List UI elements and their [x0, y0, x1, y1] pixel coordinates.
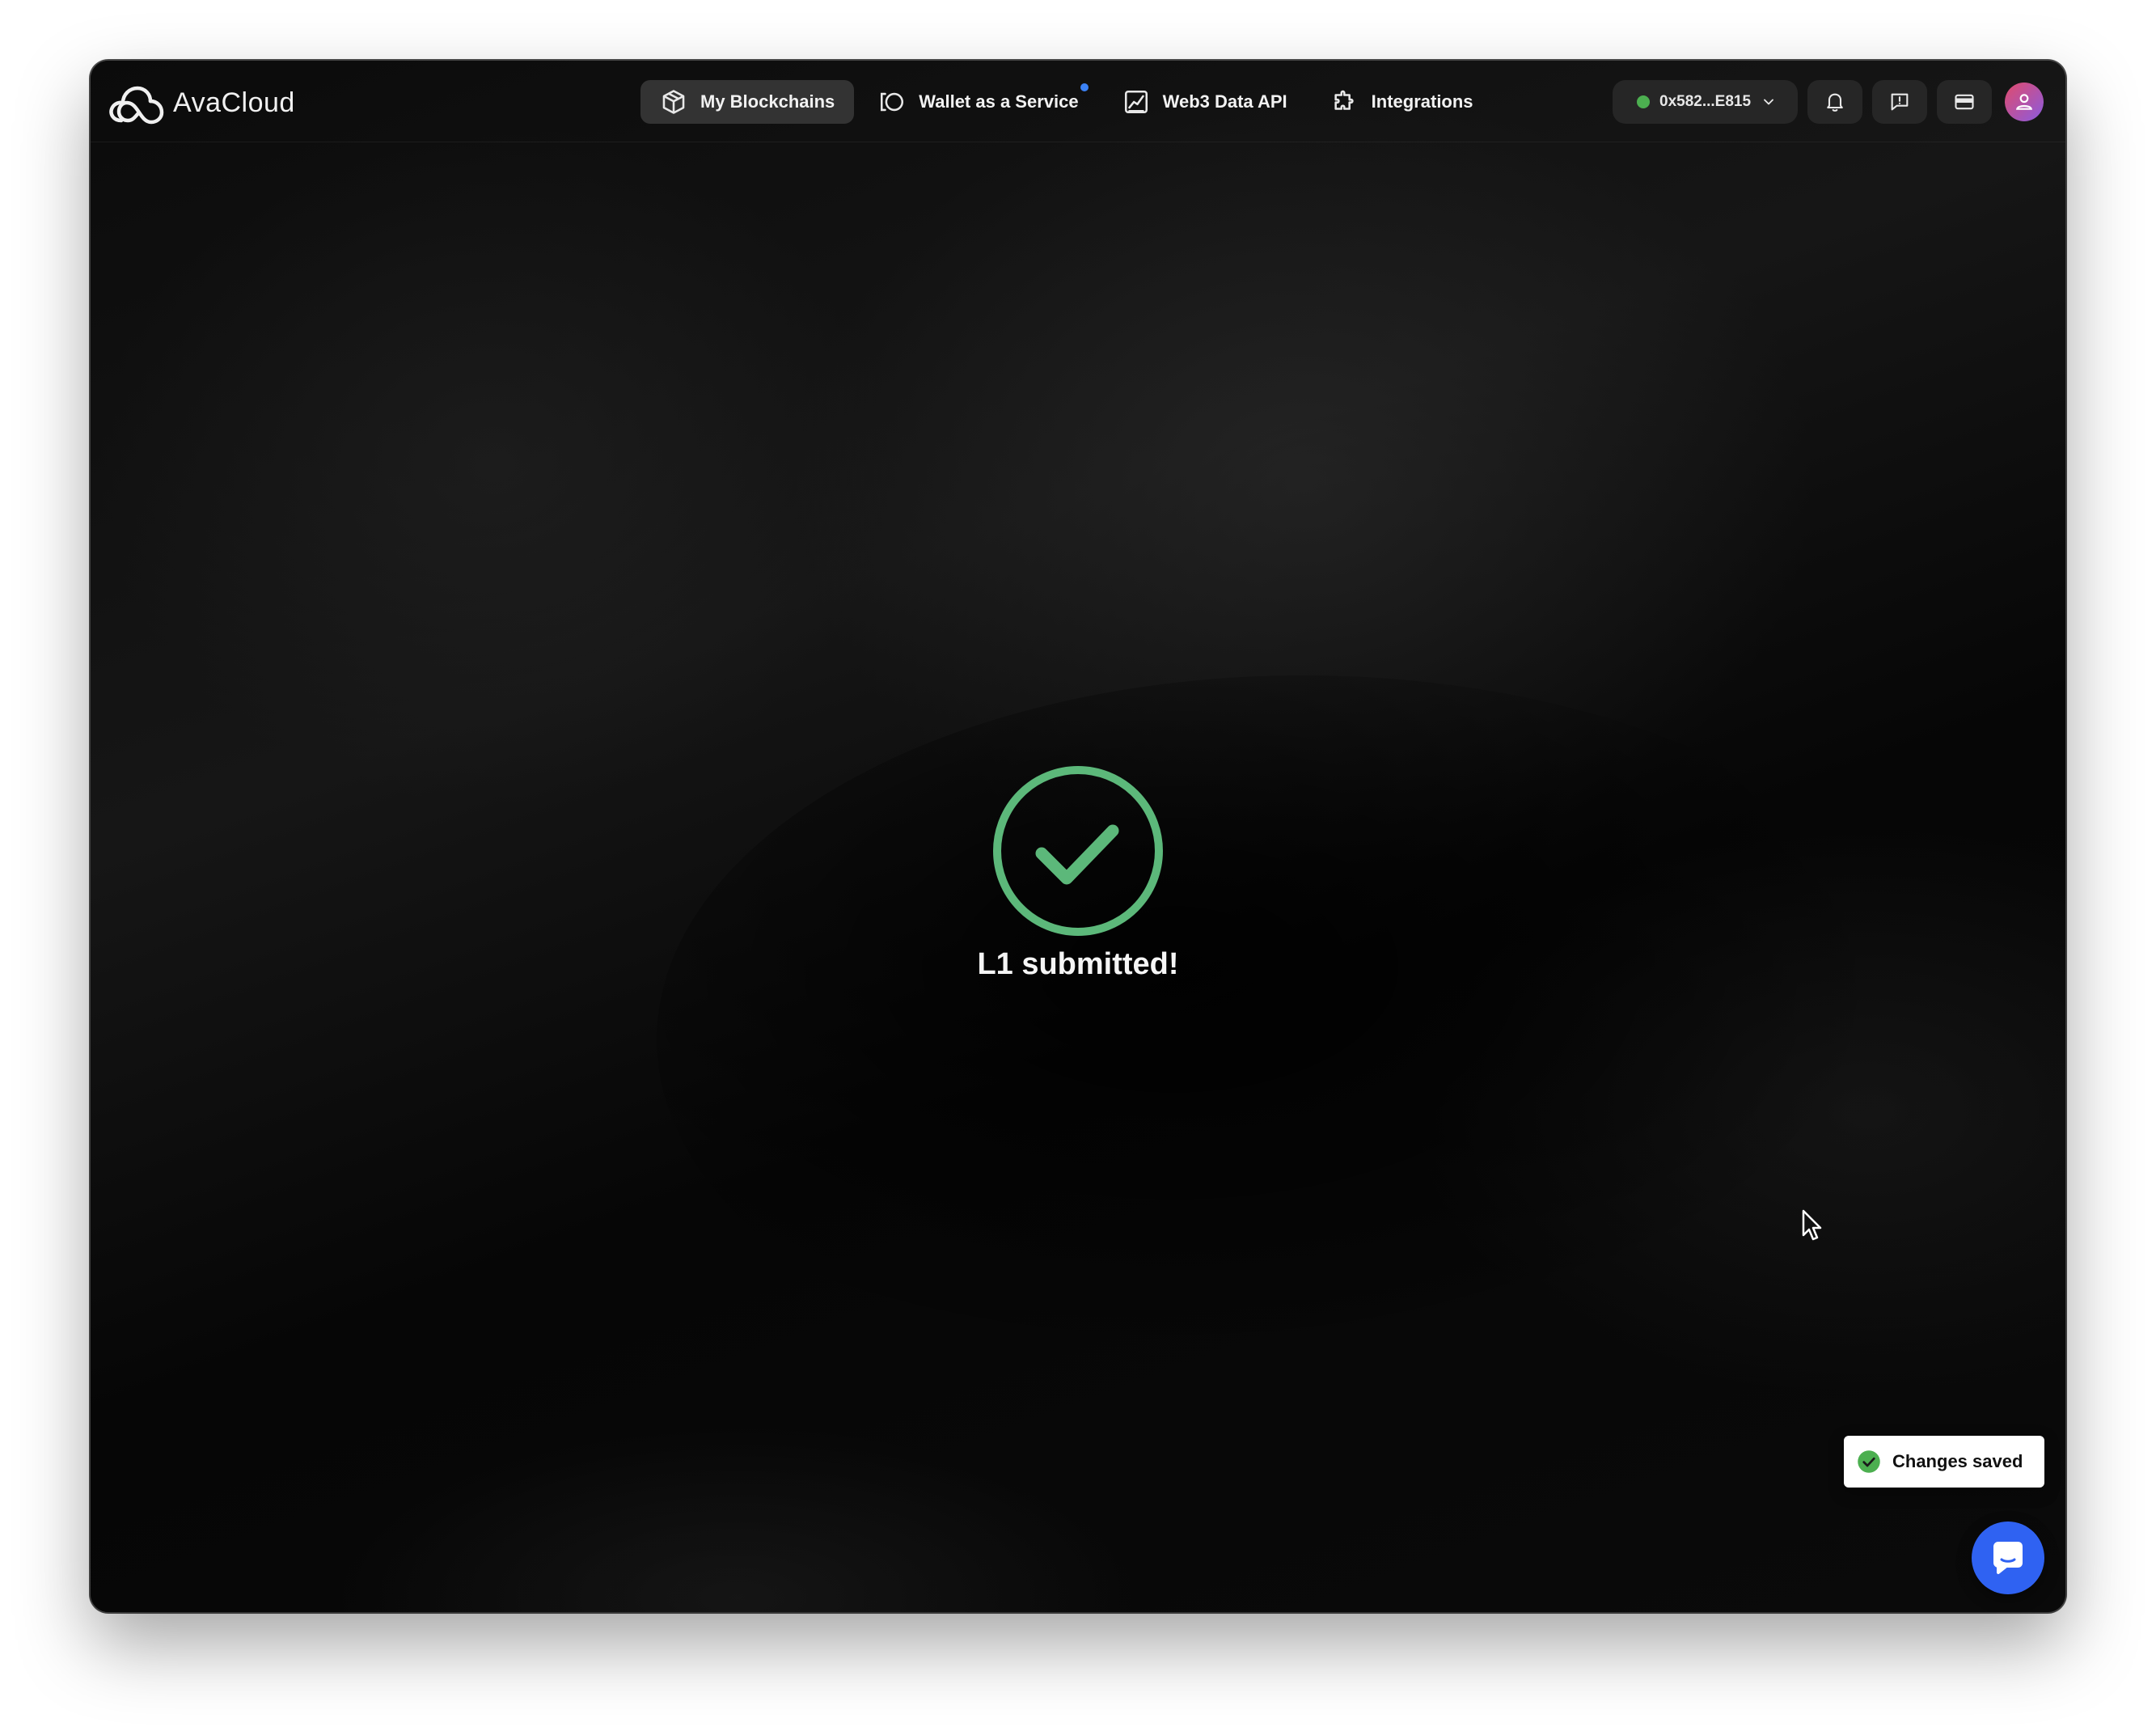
logo-text: AvaCloud — [173, 87, 295, 118]
notification-badge — [1080, 83, 1089, 91]
billing-button[interactable] — [1937, 80, 1993, 124]
app-window: AvaCloud My Blockchains Wallet as a Serv… — [91, 61, 2065, 1612]
notifications-button[interactable] — [1807, 80, 1863, 124]
nav-web3-data-api[interactable]: Web3 Data API — [1103, 80, 1307, 124]
feedback-button[interactable] — [1872, 80, 1928, 124]
wallet-address-dropdown[interactable]: 0x582...E815 — [1613, 80, 1799, 124]
cloud-logo-icon — [109, 86, 164, 125]
success-state: L1 submitted! — [91, 764, 2065, 982]
puzzle-icon — [1334, 90, 1354, 110]
logo[interactable]: AvaCloud — [107, 80, 295, 125]
nav-label: Wallet as a Service — [919, 91, 1079, 112]
user-icon — [2016, 94, 2033, 110]
user-avatar[interactable] — [2005, 83, 2044, 121]
nav-wallet-as-a-service[interactable]: Wallet as a Service — [859, 80, 1097, 124]
bell-icon — [1827, 93, 1843, 112]
chat-support-button[interactable] — [1972, 1522, 2044, 1594]
chat-bubble-icon — [1993, 1542, 2023, 1574]
wallet-icon — [881, 92, 904, 112]
chart-icon — [1124, 90, 1148, 114]
check-circle-icon — [1858, 1450, 1880, 1473]
nav-label: Integrations — [1371, 91, 1473, 112]
nav-integrations[interactable]: Integrations — [1312, 80, 1493, 124]
nav-my-blockchains[interactable]: My Blockchains — [640, 80, 855, 124]
nav-label: My Blockchains — [700, 91, 835, 112]
connected-status-dot — [1637, 95, 1650, 108]
check-circle-icon — [993, 766, 1163, 936]
header-tools: 0x582...E815 — [1613, 80, 2044, 124]
changes-saved-toast: Changes saved — [1844, 1436, 2044, 1488]
credit-card-icon — [1955, 94, 1974, 110]
toast-label: Changes saved — [1892, 1451, 2023, 1471]
main-nav: My Blockchains Wallet as a Service Web3 … — [640, 80, 1493, 124]
chevron-down-icon — [1764, 99, 1773, 105]
success-title: L1 submitted! — [977, 947, 1179, 981]
wallet-address: 0x582...E815 — [1659, 93, 1752, 110]
cube-icon — [662, 90, 685, 114]
mouse-cursor-icon — [1802, 1209, 1822, 1241]
top-nav-bar: AvaCloud My Blockchains Wallet as a Serv… — [91, 61, 2065, 142]
feedback-icon — [1891, 93, 1909, 111]
nav-label: Web3 Data API — [1162, 91, 1287, 112]
